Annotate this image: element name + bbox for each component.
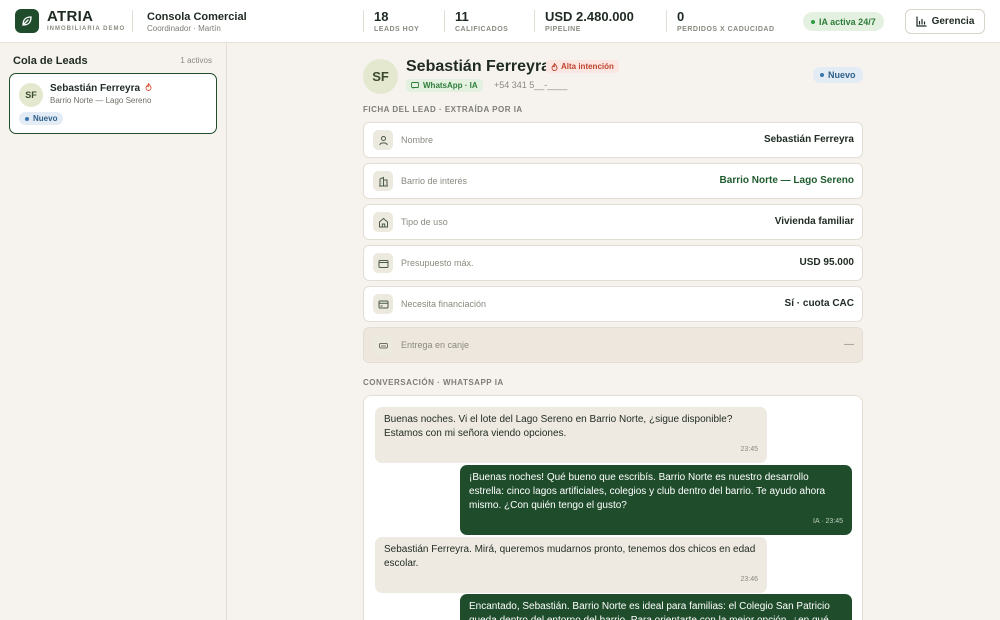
lead-detail: SF Sebastián Ferreyra Alta intención Wha… [227,43,1000,620]
status-dot-icon [25,116,29,121]
field-presupuesto: Presupuesto máx. USD 95.000 [363,245,863,281]
ia-status-badge: IA activa 24/7 [803,12,884,31]
lead-name-row: Sebastián Ferreyra [50,82,152,94]
message-incoming: Sebastián Ferreyra. Mirá, queremos mudar… [375,537,767,593]
flame-icon [143,82,152,93]
field-value: Barrio Norte — Lago Sereno [719,175,854,186]
status-text: Nuevo [33,114,58,123]
intent-text: Alta intención [561,62,614,71]
console-title: Consola Comercial [147,11,247,23]
divider [132,10,133,32]
message-time: 23:46 [740,576,758,583]
message-outgoing: Encantado, Sebastián. Barrio Norte es id… [460,594,852,620]
field-financiacion: Necesita financiación Sí · cuota CAC [363,286,863,322]
stat-value: USD 2.480.000 [545,9,634,24]
field-label: Tipo de uso [401,217,448,227]
field-value: — [844,339,854,350]
building-icon [373,171,393,191]
top-bar: ATRIA INMOBILIARIA DEMO Consola Comercia… [0,0,1000,43]
stat-calificados: 11 CALIFICADOS [455,9,509,34]
avatar: SF [19,83,43,107]
stat-label: PERDIDOS X CADUCIDAD [677,26,775,33]
field-label: Barrio de interés [401,176,468,186]
field-nombre: Nombre Sebastián Ferreyra [363,122,863,158]
lead-subtitle: Barrio Norte — Lago Sereno [50,96,152,105]
status-badge: Nuevo [813,67,863,83]
stat-leads-hoy: 18 LEADS HOY [374,9,420,34]
chat-panel[interactable]: Buenas noches. Vi el lote del Lago Seren… [363,395,863,620]
bar-chart-icon [915,16,927,27]
message-time: IA · 23:45 [813,518,843,525]
brand: ATRIA INMOBILIARIA DEMO [47,9,125,32]
divider [534,10,535,32]
card-icon [373,294,393,314]
divider [666,10,667,32]
gerencia-label: Gerencia [931,16,975,27]
ia-status-text: IA activa 24/7 [819,16,876,27]
lead-queue-panel: Cola de Leads 1 activos SF Sebastián Fer… [0,43,227,620]
field-tipo-uso: Tipo de uso Vivienda familiar [363,204,863,240]
field-value: Vivienda familiar [774,216,854,227]
home-icon [373,212,393,232]
field-value: Sebastián Ferreyra [763,134,854,145]
leaf-logo-icon [15,9,39,33]
status-badge: Nuevo [19,112,64,125]
message-outgoing: ¡Buenas noches! Qué bueno que escribís. … [460,465,852,535]
gerencia-button[interactable]: Gerencia [905,9,985,34]
message-text: ¡Buenas noches! Qué bueno que escribís. … [469,472,826,511]
field-barrio: Barrio de interés Barrio Norte — Lago Se… [363,163,863,199]
phone-number: +54 341 5__-____ [494,80,568,90]
status-dot-icon [820,73,824,77]
field-label: Nombre [401,135,434,145]
stat-value: 11 [455,9,469,24]
field-canje: Entrega en canje — [363,327,863,363]
stat-label: PIPELINE [545,26,581,33]
lead-name: Sebastián Ferreyra [50,83,141,94]
stat-pipeline: USD 2.480.000 PIPELINE [545,9,634,34]
message-text: Buenas noches. Vi el lote del Lago Seren… [384,414,733,439]
message-text: Sebastián Ferreyra. Mirá, queremos mudar… [384,544,756,569]
status-text: Nuevo [828,70,856,80]
intent-badge: Alta intención [546,60,619,73]
field-label: Presupuesto máx. [401,258,474,268]
chat-icon [411,82,419,89]
console-user: Coordinador · Martín [147,24,221,33]
stat-label: LEADS HOY [374,26,420,33]
console-info: Consola Comercial Coordinador · Martín [147,11,247,33]
lead-card[interactable]: SF Sebastián Ferreyra Barrio Norte — Lag… [9,73,217,134]
stat-perdidos: 0 PERDIDOS X CADUCIDAD [677,9,775,34]
channel-text: WhatsApp · IA [423,81,478,90]
avatar: SF [363,59,398,94]
flame-icon [551,62,558,71]
lead-title: Sebastián Ferreyra [406,58,551,75]
section-title: FICHA DEL LEAD · EXTRAÍDA POR IA [363,105,523,114]
field-value: Sí · cuota CAC [784,298,854,309]
status-dot-icon [811,19,815,24]
field-value: USD 95.000 [799,257,854,268]
brand-subtitle: INMOBILIARIA DEMO [47,26,126,32]
queue-title: Cola de Leads [13,55,88,67]
stat-value: 18 [374,9,389,24]
stat-value: 0 [677,9,685,24]
field-label: Necesita financiación [401,299,487,309]
person-icon [373,130,393,150]
message-incoming: Buenas noches. Vi el lote del Lago Seren… [375,407,767,463]
message-time: 23:45 [740,446,758,453]
queue-count: 1 activos [180,56,212,65]
divider [444,10,445,32]
wallet-icon [373,253,393,273]
stat-label: CALIFICADOS [455,26,509,33]
message-text: Encantado, Sebastián. Barrio Norte es id… [469,601,830,620]
car-icon [373,335,393,355]
divider [363,10,364,32]
field-label: Entrega en canje [401,340,470,350]
channel-badge: WhatsApp · IA [406,79,483,92]
brand-name: ATRIA [47,8,94,25]
section-title: CONVERSACIÓN · WHATSAPP IA [363,378,504,387]
